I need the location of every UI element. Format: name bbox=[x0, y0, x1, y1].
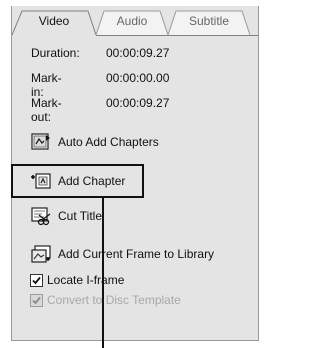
markout-label: Mark-out: bbox=[31, 96, 62, 124]
auto-add-chapters-button[interactable]: Auto Add Chapters bbox=[30, 130, 159, 154]
duration-value: 00:00:09.27 bbox=[106, 46, 170, 60]
tab-bar: Video Audio Subtitle bbox=[12, 6, 258, 36]
duration-label: Duration: bbox=[31, 46, 80, 60]
auto-chapters-icon bbox=[31, 133, 50, 150]
callout-line bbox=[102, 198, 104, 348]
tab-video-label: Video bbox=[38, 14, 70, 28]
cut-title-icon bbox=[31, 207, 51, 226]
convert-template-label: Convert to Disc Template bbox=[47, 293, 181, 307]
convert-template-checkbox[interactable]: Convert to Disc Template bbox=[30, 292, 181, 308]
tab-subtitle[interactable]: Subtitle bbox=[168, 9, 250, 36]
add-frame-to-library-button[interactable]: Add Current Frame to Library bbox=[30, 242, 214, 266]
markout-value: 00:00:09.27 bbox=[106, 96, 170, 110]
checkbox-disabled-checked-icon bbox=[30, 293, 43, 307]
locate-iframe-label: Locate I-frame bbox=[47, 273, 125, 287]
add-frame-icon bbox=[31, 245, 51, 263]
checkbox-checked-icon bbox=[30, 273, 43, 287]
add-frame-to-library-label: Add Current Frame to Library bbox=[58, 247, 215, 261]
callout-box bbox=[11, 164, 144, 198]
locate-iframe-checkbox[interactable]: Locate I-frame bbox=[30, 272, 124, 288]
tab-audio-label: Audio bbox=[116, 14, 148, 28]
tab-audio[interactable]: Audio bbox=[96, 9, 168, 36]
cut-title-label: Cut Title bbox=[58, 209, 103, 223]
markin-value: 00:00:00.00 bbox=[106, 71, 170, 85]
auto-add-chapters-label: Auto Add Chapters bbox=[58, 135, 159, 149]
tab-video[interactable]: Video bbox=[12, 9, 96, 36]
tab-subtitle-label: Subtitle bbox=[188, 14, 230, 28]
markin-label: Mark-in: bbox=[31, 71, 62, 99]
cut-title-button[interactable]: Cut Title bbox=[30, 204, 102, 228]
